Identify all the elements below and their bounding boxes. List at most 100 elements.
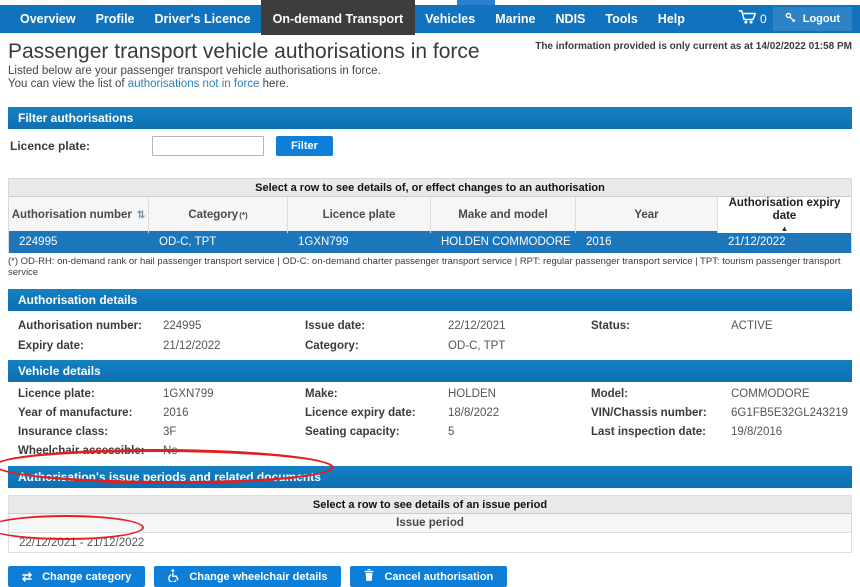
- logout-label: Logout: [803, 13, 840, 25]
- field-label: Expiry date:: [18, 338, 163, 355]
- field-label: Issue date:: [305, 318, 448, 335]
- filter-panel: Filter authorisations Licence plate: Fil…: [8, 107, 852, 159]
- nav-ndis[interactable]: NDIS: [546, 5, 596, 33]
- licence-plate-label: Licence plate:: [8, 139, 152, 153]
- authorisations-table-header: Authorisation number⇅ Category(*) Licenc…: [9, 197, 851, 231]
- field-value: HOLDEN: [448, 386, 591, 403]
- nav-drivers-licence[interactable]: Driver's Licence: [145, 5, 261, 33]
- filter-panel-header: Filter authorisations: [8, 107, 852, 129]
- field-label: Model:: [591, 386, 731, 403]
- cell-authorisation-expiry-date: 21/12/2022: [718, 231, 851, 253]
- authorisation-details-body: Authorisation number: 224995 Issue date:…: [8, 311, 852, 360]
- licence-plate-input[interactable]: [152, 136, 264, 156]
- field-value: 19/8/2016: [731, 424, 852, 441]
- nav-items: Overview Profile Driver's Licence On-dem…: [10, 5, 695, 33]
- issue-period-row[interactable]: 22/12/2021 - 21/12/2022: [9, 533, 851, 553]
- authorisation-details-header: Authorisation details: [8, 289, 852, 311]
- issue-periods-header: Authorisation's issue periods and relate…: [8, 466, 852, 488]
- cell-year: 2016: [576, 231, 718, 253]
- field-label: Insurance class:: [18, 424, 163, 441]
- field-label: Make:: [305, 386, 448, 403]
- cart-icon: [738, 9, 756, 29]
- nav-overview[interactable]: Overview: [10, 5, 86, 33]
- field-label: Licence expiry date:: [305, 405, 448, 422]
- category-footnote: (*) OD-RH: on-demand rank or hail passen…: [8, 256, 852, 278]
- intro-line-2-suffix: here.: [259, 78, 288, 90]
- field-label: Status:: [591, 318, 731, 335]
- cell-authorisation-number: 224995: [9, 231, 149, 253]
- authorisation-row-selected[interactable]: 224995 OD-C, TPT 1GXN799 HOLDEN COMMODOR…: [9, 231, 851, 253]
- field-value: 1GXN799: [163, 386, 305, 403]
- field-value: OD-C, TPT: [448, 338, 591, 355]
- field-value: 18/8/2022: [448, 405, 591, 422]
- category-footnote-marker: (*): [239, 209, 247, 222]
- change-category-button[interactable]: ⇄ Change category: [8, 566, 145, 587]
- issue-periods-panel: Authorisation's issue periods and relate…: [8, 466, 852, 560]
- swap-arrows-icon: ⇄: [22, 571, 32, 583]
- authorisations-table: Select a row to see details of, or effec…: [8, 178, 852, 253]
- nav-tools[interactable]: Tools: [595, 5, 647, 33]
- column-year[interactable]: Year: [576, 197, 718, 233]
- trash-icon: [364, 569, 374, 584]
- column-licence-plate[interactable]: Licence plate: [288, 197, 431, 233]
- top-nav: Overview Profile Driver's Licence On-dem…: [0, 5, 860, 33]
- page-head: The information provided is only current…: [8, 39, 852, 91]
- field-label: Authorisation number:: [18, 318, 163, 335]
- vehicle-details-body: Licence plate: 1GXN799 Make: HOLDEN Mode…: [8, 382, 852, 465]
- cancel-authorisation-button[interactable]: Cancel authorisation: [350, 566, 507, 587]
- column-issue-period: Issue period: [9, 514, 851, 533]
- field-value: No: [163, 443, 305, 460]
- issue-periods-caption: Select a row to see details of an issue …: [9, 496, 851, 514]
- field-value: 224995: [163, 318, 305, 335]
- intro-line-1: Listed below are your passenger transpor…: [8, 65, 852, 78]
- filter-body: Licence plate: Filter: [8, 129, 852, 159]
- authorisations-not-in-force-link[interactable]: authorisations not in force: [128, 78, 260, 90]
- change-wheelchair-details-button[interactable]: Change wheelchair details: [154, 566, 341, 587]
- field-value: 2016: [163, 405, 305, 422]
- field-value: 22/12/2021: [448, 318, 591, 335]
- field-label: Licence plate:: [18, 386, 163, 403]
- column-authorisation-number[interactable]: Authorisation number⇅: [9, 197, 149, 233]
- logout-button[interactable]: Logout: [773, 7, 852, 31]
- field-value: 6G1FB5E32GL243219: [731, 405, 852, 422]
- field-value: 3F: [163, 424, 305, 441]
- field-label: Category:: [305, 338, 448, 355]
- vehicle-details-panel: Vehicle details Licence plate: 1GXN799 M…: [8, 360, 852, 465]
- cell-licence-plate: 1GXN799: [288, 231, 431, 253]
- field-label: Seating capacity:: [305, 424, 448, 441]
- cart-button[interactable]: 0: [738, 9, 767, 29]
- key-icon: [785, 12, 796, 26]
- sort-both-icon: ⇅: [137, 209, 145, 222]
- intro-line-2-prefix: You can view the list of: [8, 78, 128, 90]
- authorisations-table-caption: Select a row to see details of, or effec…: [9, 179, 851, 197]
- cell-category: OD-C, TPT: [149, 231, 288, 253]
- field-value: ACTIVE: [731, 318, 852, 335]
- nav-vehicles[interactable]: Vehicles: [415, 5, 485, 33]
- wheelchair-icon: [168, 569, 179, 585]
- page-content: The information provided is only current…: [0, 39, 860, 587]
- field-label: Wheelchair accessible:: [18, 443, 163, 460]
- field-value: COMMODORE: [731, 386, 852, 403]
- column-category[interactable]: Category(*): [149, 197, 288, 233]
- cart-count: 0: [760, 12, 767, 26]
- column-authorisation-expiry-date[interactable]: Authorisation expiry date ▲: [718, 197, 851, 233]
- current-as-at-text: The information provided is only current…: [535, 41, 852, 52]
- top-nav-wrap: Overview Profile Driver's Licence On-dem…: [0, 0, 860, 33]
- nav-help[interactable]: Help: [648, 5, 695, 33]
- nav-profile[interactable]: Profile: [86, 5, 145, 33]
- field-value: 5: [448, 424, 591, 441]
- action-buttons: ⇄ Change category Change wheelchair deta…: [8, 566, 852, 587]
- intro-line-2: You can view the list of authorisations …: [8, 78, 852, 91]
- field-value: 21/12/2022: [163, 338, 305, 355]
- issue-periods-table: Select a row to see details of an issue …: [8, 495, 852, 553]
- nav-on-demand-transport[interactable]: On-demand Transport: [261, 0, 416, 35]
- cell-make-and-model: HOLDEN COMMODORE: [431, 231, 576, 253]
- filter-button[interactable]: Filter: [276, 136, 333, 156]
- column-make-and-model[interactable]: Make and model: [431, 197, 576, 233]
- nav-right: 0 Logout: [738, 7, 852, 31]
- vehicle-details-header: Vehicle details: [8, 360, 852, 382]
- field-label: VIN/Chassis number:: [591, 405, 731, 422]
- spacer: [8, 553, 852, 560]
- nav-marine[interactable]: Marine: [485, 5, 545, 33]
- field-label: Last inspection date:: [591, 424, 731, 441]
